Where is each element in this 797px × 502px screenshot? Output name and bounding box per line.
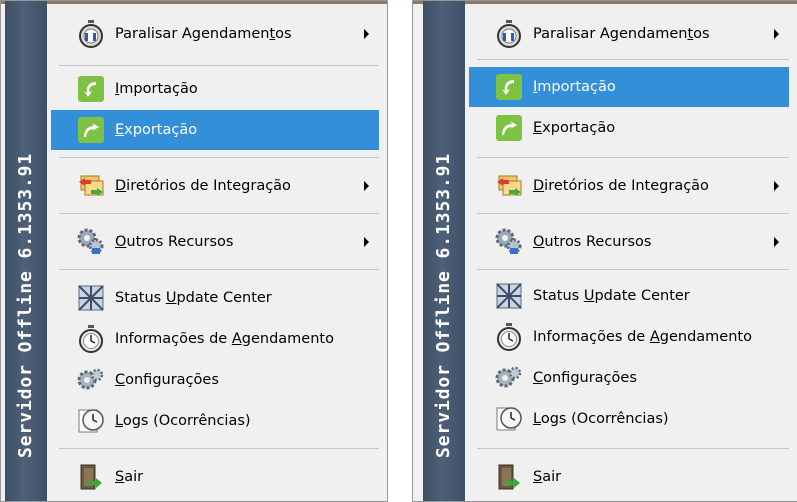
separator	[59, 448, 379, 449]
separator	[477, 269, 789, 270]
menu-item-informacoes-agendamento[interactable]: Informações de Agendamento	[51, 319, 379, 359]
submenu-arrow-icon	[774, 237, 779, 247]
menu-item-importacao[interactable]: Importação	[51, 69, 379, 109]
separator	[59, 213, 379, 214]
sidebar-title: Servidor Offline 6.1353.91	[433, 152, 454, 458]
menu-item-paralisar[interactable]: Paralisar Agendamentos	[469, 14, 789, 54]
separator	[59, 65, 379, 66]
separator	[477, 448, 789, 449]
menu-item-outros[interactable]: Outros Recursos	[51, 222, 379, 262]
submenu-arrow-icon	[364, 181, 369, 191]
clock-log-icon	[77, 407, 105, 435]
exit-door-icon	[495, 463, 523, 491]
stopwatch-icon	[77, 20, 105, 48]
sidebar-title: Servidor Offline 6.1353.91	[15, 152, 36, 458]
import-arrow-icon	[495, 73, 523, 101]
export-arrow-icon	[495, 114, 523, 142]
export-arrow-icon	[77, 116, 105, 144]
menu-sidebar: Servidor Offline 6.1353.91	[5, 1, 47, 501]
submenu-arrow-icon	[774, 181, 779, 191]
menu-item-logs[interactable]: Logs (Ocorrências)	[51, 401, 379, 441]
menu-sidebar: Servidor Offline 6.1353.91	[423, 1, 465, 501]
submenu-arrow-icon	[364, 237, 369, 247]
stopwatch-icon	[77, 325, 105, 353]
submenu-arrow-icon	[774, 29, 779, 39]
submenu-arrow-icon	[364, 29, 369, 39]
menu-item-diretorios[interactable]: Diretórios de Integração	[51, 166, 379, 206]
menu-item-configuracoes[interactable]: Configurações	[469, 358, 789, 398]
menu-item-configuracoes[interactable]: Configurações	[51, 360, 379, 400]
menu-item-status-update-center[interactable]: Status Update Center	[51, 278, 379, 318]
stopwatch-icon	[495, 323, 523, 351]
top-strip	[413, 1, 797, 4]
context-menu-right: Servidor Offline 6.1353.91 Paralisar Age…	[412, 0, 797, 502]
menu-item-importacao[interactable]: Importação	[469, 67, 789, 107]
gears-icon	[495, 364, 523, 392]
separator	[59, 269, 379, 270]
import-arrow-icon	[77, 75, 105, 103]
menu-item-logs[interactable]: Logs (Ocorrências)	[469, 399, 789, 439]
folders-icon	[77, 172, 105, 200]
gears-icon	[77, 228, 105, 256]
stopwatch-icon	[495, 20, 523, 48]
top-strip	[1, 1, 387, 4]
menu-item-paralisar[interactable]: Paralisar Agendamentos	[51, 14, 379, 54]
menu-item-outros[interactable]: Outros Recursos	[469, 222, 789, 262]
menu-item-exportacao[interactable]: Exportação	[469, 108, 789, 148]
separator	[477, 213, 789, 214]
menu-item-sair[interactable]: Sair	[51, 457, 379, 497]
separator	[477, 157, 789, 158]
clock-log-icon	[495, 405, 523, 433]
folders-icon	[495, 172, 523, 200]
gears-icon	[77, 366, 105, 394]
menu-item-diretorios[interactable]: Diretórios de Integração	[469, 166, 789, 206]
network-icon	[495, 282, 523, 310]
menu-item-exportacao[interactable]: Exportação	[51, 110, 379, 150]
gears-icon	[495, 228, 523, 256]
separator	[59, 157, 379, 158]
exit-door-icon	[77, 463, 105, 491]
separator	[477, 59, 789, 60]
network-icon	[77, 284, 105, 312]
menu-item-sair[interactable]: Sair	[469, 457, 789, 497]
menu-item-status-update-center[interactable]: Status Update Center	[469, 276, 789, 316]
menu-item-informacoes-agendamento[interactable]: Informações de Agendamento	[469, 317, 789, 357]
context-menu-left: Servidor Offline 6.1353.91 Paralisar Age…	[0, 0, 388, 502]
